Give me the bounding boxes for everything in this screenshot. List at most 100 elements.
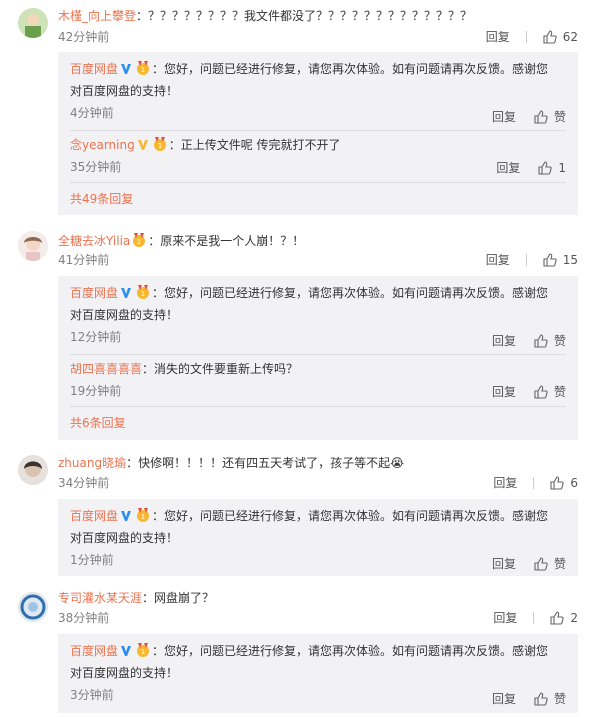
reply-divider — [70, 182, 566, 183]
medal-icon: 1 — [137, 643, 150, 657]
thumbs-up-icon — [550, 476, 565, 490]
divider — [525, 254, 527, 266]
verified-badge-icon — [137, 140, 148, 150]
crying-emoji-icon: 😭 — [390, 456, 405, 470]
reply-item: 百度网盘 1 ：您好，问题已经进行修复，请您再次体验。如有问题请再次反馈。感谢您 对… — [70, 282, 566, 348]
svg-text:1: 1 — [141, 648, 145, 656]
thumbs-up-icon — [550, 611, 565, 625]
like-count: 62 — [562, 30, 578, 44]
comment-username[interactable]: 木槿_向上攀登 — [58, 9, 136, 23]
svg-text:1: 1 — [141, 290, 145, 298]
comment-time: 38分钟前 — [58, 611, 110, 625]
avatar[interactable] — [18, 231, 48, 261]
thumbs-up-icon — [534, 109, 548, 124]
reply-text-cont: 对百度网盘的支持！ — [70, 308, 179, 322]
reply-button[interactable]: 回复 — [486, 252, 510, 268]
reply-box: 百度网盘 1 ：您好，问题已经进行修复，请您再次体验。如有问题请再次反馈。感谢您 对… — [58, 276, 578, 440]
reply-button[interactable]: 回复 — [496, 159, 520, 176]
avatar[interactable] — [18, 8, 48, 38]
reply-button[interactable]: 回复 — [486, 29, 510, 45]
reply-item: 胡四喜喜喜喜：消失的文件要重新上传吗？ 19分钟前 回复 赞 — [70, 358, 566, 399]
divider — [533, 477, 535, 489]
reply-username[interactable]: 百度网盘 — [70, 286, 118, 300]
verified-badge-icon — [121, 646, 132, 656]
reply-item: 念yearning 1 ：正上传文件呢 传完就打不开了 35分钟前 回复 1 — [70, 134, 566, 175]
thumbs-up-icon — [543, 253, 557, 267]
reply-box: 百度网盘 1 ：您好，问题已经进行修复，请您再次体验。如有问题请再次反馈。感谢您 对… — [58, 499, 578, 576]
reply-button[interactable]: 回复 — [492, 555, 516, 572]
comment-text: ：网盘崩了？ — [142, 591, 215, 605]
reply-text: ：您好，问题已经进行修复，请您再次体验。如有问题请再次反馈。感谢您 — [152, 62, 549, 76]
like-button[interactable]: 62 — [543, 29, 578, 45]
thumbs-up-icon — [543, 30, 557, 44]
reply-item: 百度网盘 1 ：您好，问题已经进行修复，请您再次体验。如有问题请再次反馈。感谢您 对… — [70, 58, 566, 124]
reply-button[interactable]: 回复 — [493, 475, 517, 491]
reply-text: ：您好，问题已经进行修复，请您再次体验。如有问题请再次反馈。感谢您 — [152, 644, 549, 658]
like-button[interactable]: 赞 — [534, 108, 566, 125]
like-label: 赞 — [553, 385, 566, 399]
like-count: 2 — [570, 611, 578, 625]
reply-username[interactable]: 念yearning — [70, 138, 135, 152]
comment-username[interactable]: 专司灌水某天涯 — [58, 591, 142, 605]
reply-username[interactable]: 百度网盘 — [70, 644, 118, 658]
like-label: 赞 — [553, 557, 566, 571]
reply-text-cont: 对百度网盘的支持！ — [70, 531, 179, 545]
more-replies-link[interactable]: 共6条回复 — [70, 415, 126, 431]
like-button[interactable]: 赞 — [534, 332, 566, 349]
svg-text:1: 1 — [141, 66, 145, 74]
thumbs-up-icon — [534, 556, 548, 571]
like-button[interactable]: 2 — [550, 610, 578, 626]
medal-icon: 1 — [153, 137, 166, 151]
like-label: 赞 — [553, 334, 566, 348]
like-label: 赞 — [553, 692, 566, 706]
reply-divider — [70, 406, 566, 407]
reply-username[interactable]: 百度网盘 — [70, 62, 118, 76]
thumbs-up-icon — [534, 691, 548, 706]
like-count: 6 — [570, 476, 578, 490]
verified-badge-icon — [121, 64, 132, 74]
comment-text: ：原来不是我一个人崩！？！ — [148, 234, 305, 248]
reply-text: ：您好，问题已经进行修复，请您再次体验。如有问题请再次反馈。感谢您 — [152, 509, 549, 523]
medal-icon: 1 — [137, 61, 150, 75]
comment-time: 42分钟前 — [58, 30, 110, 44]
reply-text: ：您好，问题已经进行修复，请您再次体验。如有问题请再次反馈。感谢您 — [152, 286, 549, 300]
like-button[interactable]: 赞 — [534, 383, 566, 400]
reply-divider — [70, 130, 566, 131]
thumbs-up-icon — [534, 384, 548, 399]
like-button[interactable]: 15 — [543, 252, 578, 268]
medal-icon: 1 — [137, 285, 150, 299]
thumbs-up-icon — [538, 160, 553, 175]
reply-text: ：正上传文件呢 传完就打不开了 — [168, 138, 341, 152]
like-button[interactable]: 1 — [538, 161, 566, 175]
like-count: 1 — [558, 160, 566, 175]
medal-icon: 1 — [137, 508, 150, 522]
more-replies-link[interactable]: 共49条回复 — [70, 191, 133, 207]
comment-time: 41分钟前 — [58, 253, 110, 267]
reply-box: 百度网盘 1 ：您好，问题已经进行修复，请您再次体验。如有问题请再次反馈。感谢您 对… — [58, 52, 578, 215]
reply-button[interactable]: 回复 — [492, 690, 516, 707]
comment-username[interactable]: 全糖去冰Yilia — [58, 234, 130, 248]
reply-divider — [70, 354, 566, 355]
reply-button[interactable]: 回复 — [493, 610, 517, 626]
thumbs-up-icon — [534, 333, 548, 348]
reply-text-cont: 对百度网盘的支持！ — [70, 84, 179, 98]
svg-text:1: 1 — [137, 238, 141, 246]
avatar[interactable] — [18, 592, 48, 622]
like-count: 15 — [562, 253, 578, 267]
comment-actions: 回复 62 — [486, 29, 578, 45]
medal-icon: 1 — [133, 233, 146, 247]
reply-text-cont: 对百度网盘的支持！ — [70, 666, 179, 680]
avatar[interactable] — [18, 455, 48, 485]
reply-button[interactable]: 回复 — [492, 108, 516, 125]
verified-badge-icon — [121, 288, 132, 298]
comment-username[interactable]: zhuang晓瑜 — [58, 456, 126, 470]
comment-time: 34分钟前 — [58, 476, 110, 490]
reply-button[interactable]: 回复 — [492, 383, 516, 400]
like-button[interactable]: 6 — [550, 475, 578, 491]
comment-actions: 回复 6 — [493, 475, 578, 491]
reply-button[interactable]: 回复 — [492, 332, 516, 349]
like-button[interactable]: 赞 — [534, 555, 566, 572]
reply-username[interactable]: 胡四喜喜喜喜 — [70, 362, 142, 376]
reply-username[interactable]: 百度网盘 — [70, 509, 118, 523]
like-button[interactable]: 赞 — [534, 690, 566, 707]
